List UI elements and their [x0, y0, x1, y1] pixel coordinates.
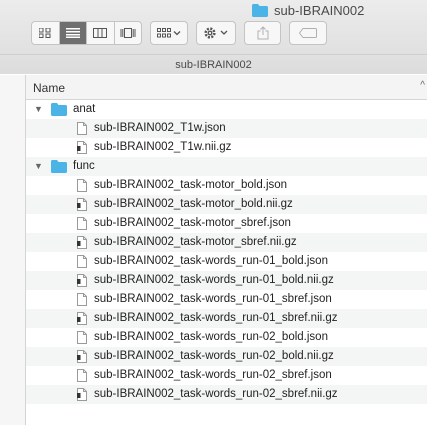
binary-file-icon: [77, 236, 87, 249]
sort-ascending-icon: ^: [420, 80, 425, 91]
window-title: sub-IBRAIN002: [252, 0, 364, 20]
file-row[interactable]: sub-IBRAIN002_task-words_run-01_bold.nii…: [26, 271, 427, 290]
item-name: sub-IBRAIN002_task-motor_sbref.nii.gz: [94, 236, 297, 248]
file-row[interactable]: sub-IBRAIN002_task-motor_bold.json: [26, 176, 427, 195]
cover-flow-icon: [120, 28, 136, 38]
binary-file-icon: [77, 388, 87, 401]
column-header[interactable]: Name ^: [26, 75, 427, 100]
folder-row[interactable]: ▼ anat: [26, 100, 427, 119]
list-icon: [65, 28, 80, 38]
document-icon: [77, 217, 87, 230]
path-bar: sub-IBRAIN002: [0, 54, 427, 74]
disclosure-triangle-icon[interactable]: ▼: [34, 157, 43, 176]
document-icon: [77, 331, 87, 344]
item-name: sub-IBRAIN002_task-words_run-01_sbref.js…: [94, 293, 332, 305]
item-name: sub-IBRAIN002_task-words_run-01_bold.nii…: [94, 274, 334, 286]
file-row[interactable]: sub-IBRAIN002_task-words_run-02_bold.jso…: [26, 328, 427, 347]
file-row[interactable]: sub-IBRAIN002_T1w.json: [26, 119, 427, 138]
document-icon: [77, 369, 87, 382]
file-row[interactable]: sub-IBRAIN002_task-words_run-01_sbref.js…: [26, 290, 427, 309]
item-name: func: [73, 160, 95, 172]
document-icon: [77, 255, 87, 268]
item-name: sub-IBRAIN002_task-words_run-02_sbref.js…: [94, 369, 332, 381]
columns-icon: [93, 28, 108, 38]
item-name: sub-IBRAIN002_T1w.json: [94, 122, 226, 134]
item-name: sub-IBRAIN002_T1w.nii.gz: [94, 141, 232, 153]
icon-view-button[interactable]: [32, 22, 60, 44]
binary-file-icon: [77, 312, 87, 325]
window-title-text: sub-IBRAIN002: [274, 2, 365, 18]
file-row[interactable]: sub-IBRAIN002_task-words_run-01_sbref.ni…: [26, 309, 427, 328]
folder-icon: [51, 160, 67, 173]
binary-file-icon: [77, 198, 87, 211]
document-icon: [77, 122, 87, 135]
item-name: anat: [73, 103, 96, 115]
file-row[interactable]: sub-IBRAIN002_task-words_run-02_sbref.ni…: [26, 385, 427, 404]
file-row[interactable]: sub-IBRAIN002_T1w.nii.gz: [26, 138, 427, 157]
file-row[interactable]: sub-IBRAIN002_task-words_run-02_bold.nii…: [26, 347, 427, 366]
file-list: ▼ anat sub-IBRAIN002_T1w.json sub-IBRAIN002…: [26, 100, 427, 404]
column-view-button[interactable]: [87, 22, 115, 44]
file-row[interactable]: sub-IBRAIN002_task-motor_sbref.nii.gz: [26, 233, 427, 252]
document-icon: [77, 293, 87, 306]
item-name: sub-IBRAIN002_task-words_run-02_sbref.ni…: [94, 388, 338, 400]
binary-file-icon: [77, 141, 87, 154]
item-name: sub-IBRAIN002_task-motor_bold.nii.gz: [94, 198, 293, 210]
share-icon: [257, 26, 268, 40]
view-mode-segmented-control[interactable]: [31, 21, 142, 45]
file-row[interactable]: sub-IBRAIN002_task-words_run-01_bold.jso…: [26, 252, 427, 271]
share-button[interactable]: [244, 21, 281, 45]
binary-file-icon: [77, 274, 87, 287]
folder-icon: [252, 3, 268, 17]
item-name: sub-IBRAIN002_task-words_run-01_bold.jso…: [94, 255, 328, 267]
file-row[interactable]: sub-IBRAIN002_task-words_run-02_sbref.js…: [26, 366, 427, 385]
item-name: sub-IBRAIN002_task-words_run-01_sbref.ni…: [94, 312, 338, 324]
tag-icon: [299, 28, 317, 38]
grid-icon: [39, 28, 51, 38]
folder-icon: [51, 103, 67, 116]
disclosure-triangle-icon[interactable]: ▼: [34, 100, 43, 119]
arrange-button[interactable]: [150, 21, 188, 45]
item-name: sub-IBRAIN002_task-motor_bold.json: [94, 179, 288, 191]
arrange-grid-icon: [157, 28, 181, 38]
finder-toolbar: sub-IBRAIN002 sub-IBRAIN002: [0, 0, 427, 74]
item-name: sub-IBRAIN002_task-words_run-02_bold.nii…: [94, 350, 334, 362]
tags-button[interactable]: [289, 21, 327, 45]
path-bar-label: sub-IBRAIN002: [175, 59, 252, 71]
folder-row[interactable]: ▼ func: [26, 157, 427, 176]
sidebar-edge: [0, 75, 26, 425]
list-view-button[interactable]: [59, 22, 87, 44]
action-button[interactable]: [196, 21, 236, 45]
file-row[interactable]: sub-IBRAIN002_task-motor_bold.nii.gz: [26, 195, 427, 214]
binary-file-icon: [77, 350, 87, 363]
document-icon: [77, 179, 87, 192]
file-row[interactable]: sub-IBRAIN002_task-motor_sbref.json: [26, 214, 427, 233]
gear-icon: [204, 27, 228, 39]
item-name: sub-IBRAIN002_task-motor_sbref.json: [94, 217, 291, 229]
item-name: sub-IBRAIN002_task-words_run-02_bold.jso…: [94, 331, 328, 343]
name-column-header[interactable]: Name: [33, 81, 65, 95]
cover-flow-view-button[interactable]: [115, 22, 142, 44]
